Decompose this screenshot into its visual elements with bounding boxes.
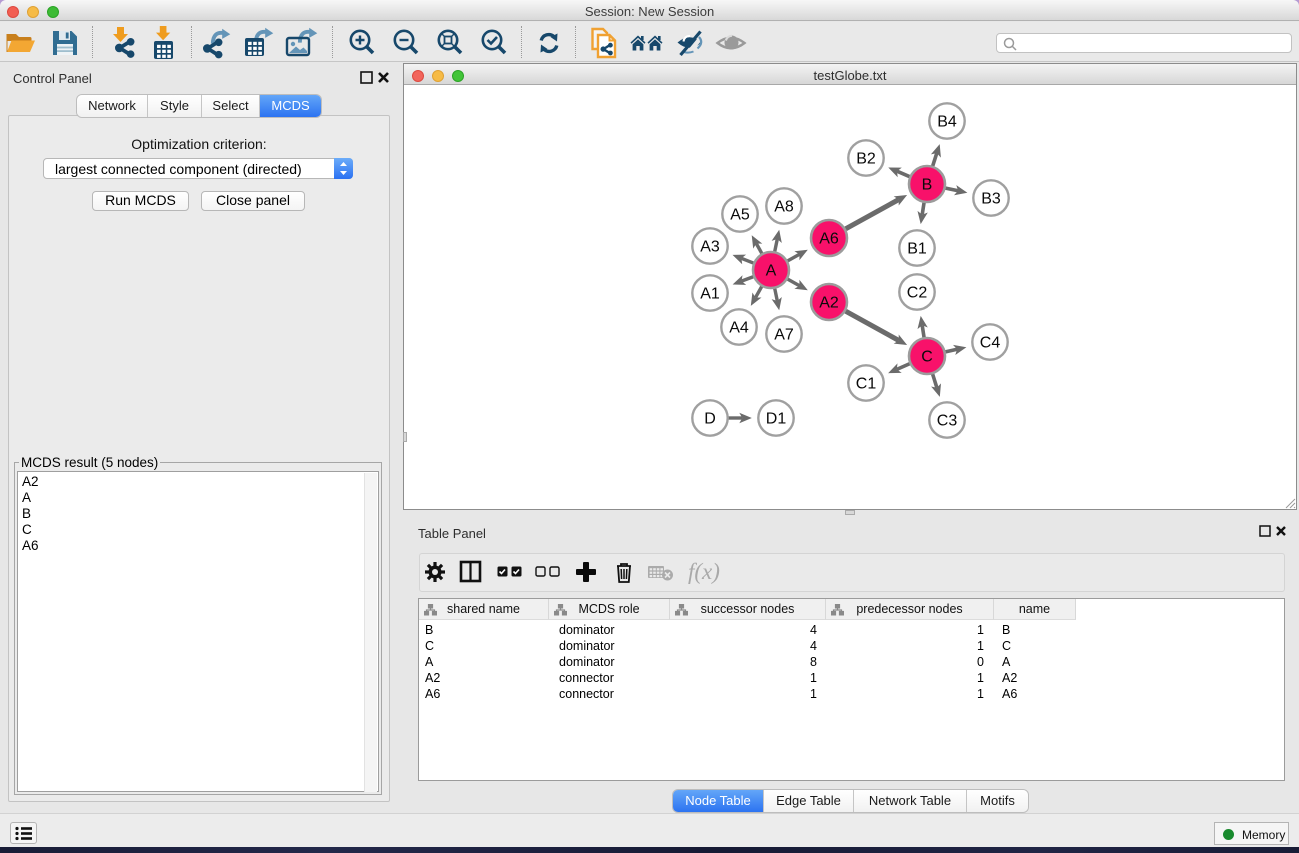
svg-text:A8: A8: [774, 199, 794, 216]
svg-text:D: D: [704, 411, 716, 428]
svg-text:A3: A3: [700, 239, 720, 256]
svg-text:B3: B3: [981, 191, 1001, 208]
svg-text:C3: C3: [937, 413, 958, 430]
svg-text:B1: B1: [907, 241, 927, 258]
svg-text:C1: C1: [856, 376, 877, 393]
svg-text:A: A: [766, 263, 777, 280]
svg-text:C: C: [921, 349, 933, 366]
svg-text:A1: A1: [700, 286, 720, 303]
svg-text:D1: D1: [766, 411, 787, 428]
svg-text:A7: A7: [774, 327, 794, 344]
svg-text:C2: C2: [907, 285, 928, 302]
svg-text:B: B: [922, 177, 933, 194]
svg-text:A2: A2: [819, 295, 839, 312]
svg-text:A5: A5: [730, 207, 750, 224]
svg-text:A6: A6: [819, 231, 839, 248]
svg-text:A4: A4: [729, 320, 749, 337]
svg-text:B2: B2: [856, 151, 876, 168]
svg-text:B4: B4: [937, 114, 957, 131]
svg-text:C4: C4: [980, 335, 1001, 352]
